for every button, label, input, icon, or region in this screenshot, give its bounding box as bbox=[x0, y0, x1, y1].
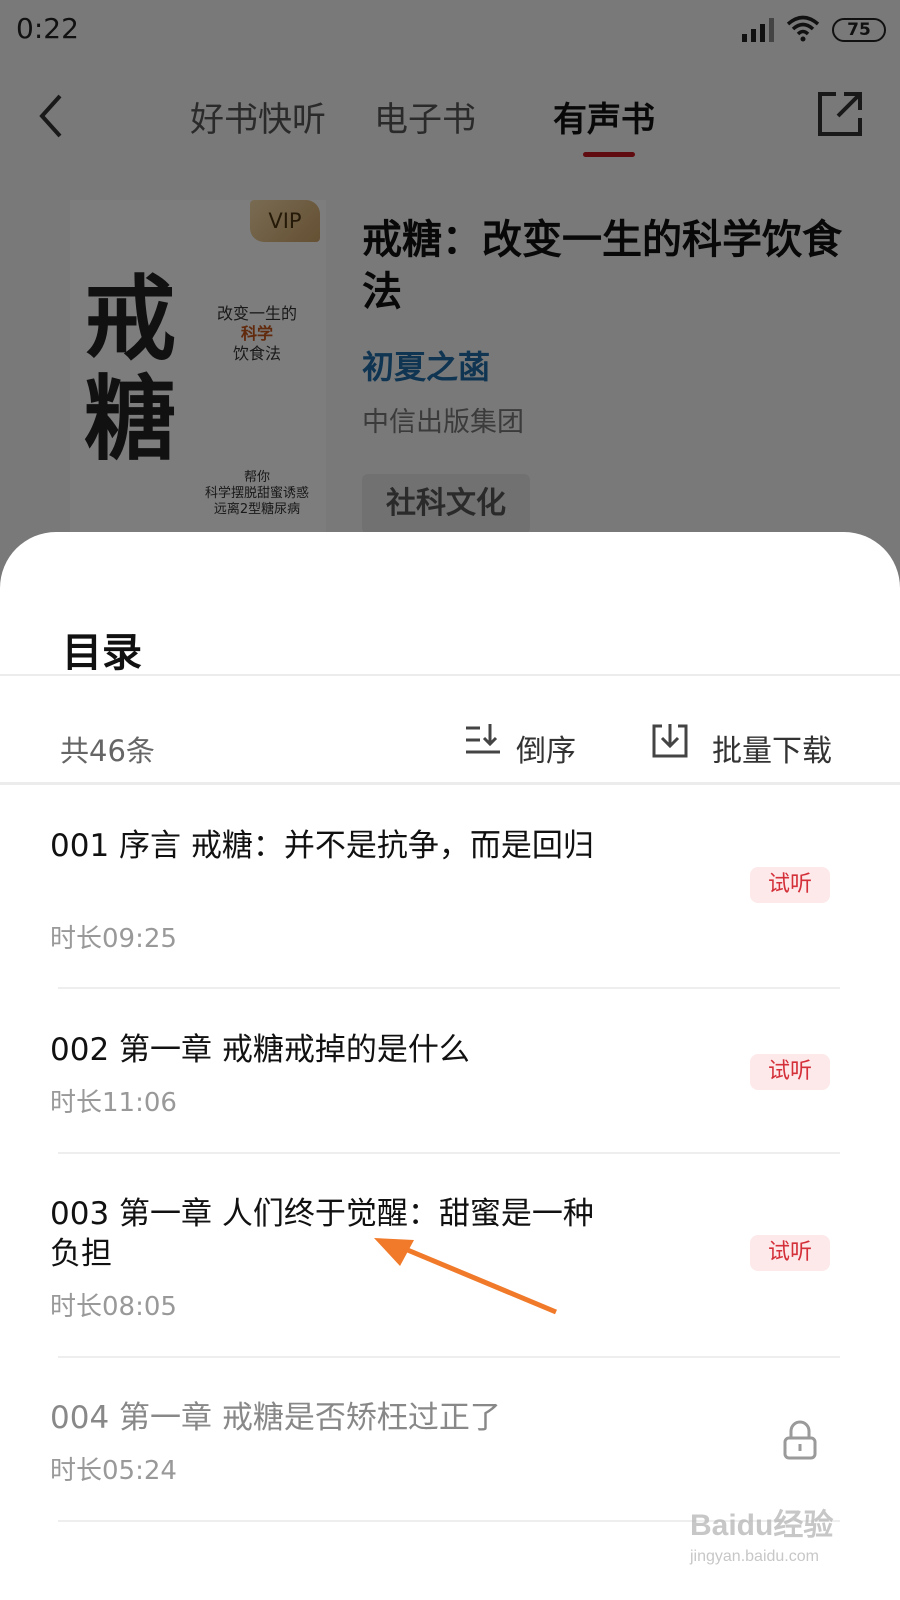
divider bbox=[0, 674, 900, 676]
reverse-order-button[interactable]: 倒序 bbox=[464, 716, 614, 769]
episode-count: 共46条 bbox=[60, 734, 155, 768]
episode-item[interactable]: 001 序言 戒糖：并不是抗争，而是回归 时长09:25 试听 bbox=[0, 826, 900, 986]
episode-duration: 时长09:25 bbox=[50, 924, 177, 954]
catalog-title: 目录 bbox=[62, 630, 142, 676]
trial-badge[interactable]: 试听 bbox=[750, 867, 830, 903]
watermark-url: jingyan.baidu.com bbox=[690, 1548, 819, 1565]
episode-title: 001 序言 戒糖：并不是抗争，而是回归 bbox=[50, 828, 594, 864]
episode-title: 004 第一章 戒糖是否矫枉过正了 bbox=[50, 1400, 501, 1436]
divider bbox=[58, 987, 840, 989]
divider bbox=[0, 782, 900, 785]
episode-duration: 时长08:05 bbox=[50, 1292, 177, 1322]
episode-title: 002 第一章 戒糖戒掉的是什么 bbox=[50, 1032, 470, 1068]
download-icon bbox=[652, 724, 688, 758]
baidu-watermark: Baidu经验 jingyan.baidu.com bbox=[690, 1500, 850, 1580]
batch-download-button[interactable]: 批量下载 bbox=[650, 716, 880, 769]
annotation-arrow bbox=[374, 1238, 557, 1315]
episode-item[interactable]: 002 第一章 戒糖戒掉的是什么 时长11:06 试听 bbox=[0, 1030, 900, 1150]
trial-badge[interactable]: 试听 bbox=[750, 1054, 830, 1090]
catalog-sheet: 目录 共46条 倒序 批量下载 001 序言 戒糖：并不是抗争，而是回归 时长0… bbox=[0, 532, 900, 1600]
lock-icon bbox=[783, 1420, 817, 1460]
watermark-logo: Baidu经验 bbox=[690, 1509, 834, 1542]
divider bbox=[58, 1356, 840, 1358]
batch-download-label: 批量下载 bbox=[712, 734, 832, 769]
divider bbox=[58, 1152, 840, 1154]
sort-icon bbox=[466, 724, 500, 754]
trial-badge[interactable]: 试听 bbox=[750, 1235, 830, 1271]
episode-duration: 时长11:06 bbox=[50, 1088, 177, 1118]
episode-duration: 时长05:24 bbox=[50, 1456, 177, 1486]
reverse-order-label: 倒序 bbox=[516, 734, 576, 769]
